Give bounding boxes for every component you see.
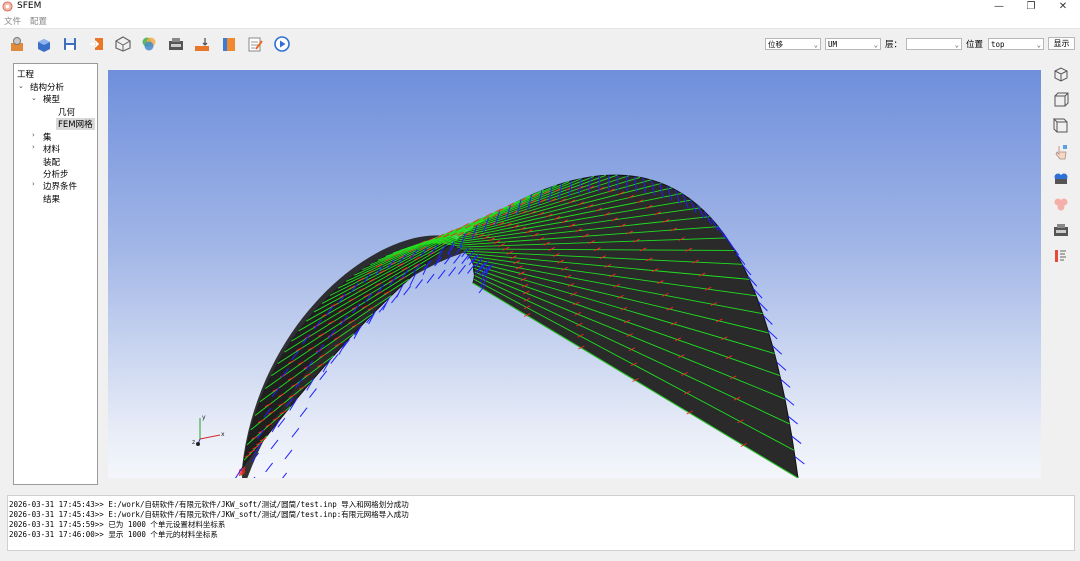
normal-vector — [265, 462, 274, 473]
axis-origin — [196, 442, 200, 446]
tree-item-analysis[interactable]: 结构分析 — [30, 81, 64, 93]
new-project-icon[interactable] — [8, 35, 26, 53]
mesh-icon[interactable] — [167, 35, 185, 53]
mesh-render: y x z — [192, 174, 805, 478]
axis-x-line — [199, 434, 221, 440]
import-icon[interactable] — [88, 35, 106, 53]
app-logo-icon — [2, 1, 13, 12]
component-select[interactable]: UM ⌄ — [825, 38, 881, 50]
run-icon[interactable] — [273, 35, 291, 53]
normal-vector — [270, 439, 279, 450]
axis-y-label: y — [202, 414, 206, 421]
normal-vector — [458, 264, 466, 275]
render-settings-icon[interactable] — [1052, 195, 1070, 213]
normal-vector — [794, 456, 805, 465]
result-type-select[interactable]: 位移 ⌄ — [765, 38, 821, 50]
tree-item-result[interactable]: 结果 — [43, 193, 60, 205]
shell-mesh — [234, 174, 805, 478]
chevron-down-icon: ⌄ — [1036, 41, 1041, 49]
boundary-icon[interactable] — [193, 35, 211, 53]
tree-item-fem-mesh[interactable]: FEM网格 — [56, 118, 95, 130]
side-view-icon[interactable] — [1052, 117, 1070, 135]
tree-item-step[interactable]: 分析步 — [43, 168, 69, 180]
load-icon[interactable] — [220, 35, 238, 53]
front-view-icon[interactable] — [1052, 91, 1070, 109]
position-select[interactable]: top ⌄ — [988, 38, 1044, 50]
menu-config[interactable]: 配置 — [30, 15, 47, 27]
save-icon[interactable] — [61, 35, 79, 53]
minimize-button[interactable]: — — [984, 0, 1014, 14]
normal-vector — [415, 279, 423, 289]
chevron-right-icon[interactable]: › — [32, 180, 35, 188]
normal-vector — [253, 476, 256, 478]
tree-root[interactable]: 工程 — [17, 68, 34, 80]
camera-icon[interactable] — [1052, 169, 1070, 187]
3d-viewport[interactable]: y x z — [108, 70, 1041, 478]
show-button[interactable]: 显示 — [1048, 37, 1075, 50]
position-value: top — [991, 40, 1005, 49]
tree-item-material[interactable]: 材料 — [43, 143, 60, 155]
chevron-down-icon[interactable]: ⌄ — [31, 94, 37, 102]
normal-vector — [403, 285, 412, 296]
tree-item-assembly[interactable]: 装配 — [43, 156, 60, 168]
normal-vector — [448, 266, 457, 277]
axis-triad: y x z — [192, 414, 225, 446]
chevron-right-icon[interactable]: › — [32, 143, 35, 151]
normal-vector — [437, 269, 446, 280]
chevron-down-icon: ⌄ — [954, 41, 959, 49]
menu-bar: 文件 配置 — [0, 14, 1080, 29]
message-console: 2026-03-31 17:45:43>> E:/work/自研软件/有限元软件… — [7, 495, 1075, 551]
close-button[interactable]: ✕ — [1048, 0, 1078, 14]
edit-job-icon[interactable] — [246, 35, 264, 53]
layer-select[interactable]: ⌄ — [906, 38, 962, 50]
tree-item-set[interactable]: 集 — [43, 131, 52, 143]
log-line: 2026-03-31 17:46:00>> 显示 1000 个单元的材料坐标系 — [9, 530, 218, 539]
layer-label: 层： — [885, 40, 903, 50]
chevron-down-icon: ⌄ — [813, 41, 818, 49]
chevron-down-icon: ⌄ — [873, 41, 878, 49]
model-tree: 工程 ⌄ 结构分析 ⌄ 模型 几何 FEM网格 › 集 › 材料 装配 分析步 … — [13, 63, 98, 485]
iso-view-icon[interactable] — [1052, 65, 1070, 83]
window-title: SFEM — [17, 1, 42, 11]
chevron-down-icon[interactable]: ⌄ — [18, 82, 24, 90]
result-type-value: 位移 — [768, 40, 783, 49]
component-value: UM — [828, 40, 838, 49]
axis-z-label: z — [192, 439, 195, 446]
normal-vector — [319, 370, 328, 381]
axis-x-label: x — [221, 431, 225, 438]
normal-vector — [282, 472, 288, 478]
pick-icon[interactable] — [1052, 143, 1070, 161]
screenshot-icon[interactable] — [1052, 221, 1070, 239]
title-bar: SFEM — ❐ ✕ — [0, 0, 1080, 14]
material-icon[interactable] — [140, 35, 158, 53]
normal-vector — [299, 407, 308, 418]
normal-vector — [391, 293, 399, 304]
legend-icon[interactable] — [1052, 247, 1070, 265]
normal-vector — [309, 388, 317, 398]
restore-button[interactable]: ❐ — [1016, 0, 1046, 14]
tree-item-model[interactable]: 模型 — [43, 93, 60, 105]
open-model-icon[interactable] — [35, 35, 53, 53]
position-label: 位置 — [966, 40, 984, 50]
menu-file[interactable]: 文件 — [4, 15, 21, 27]
tree-item-boundary[interactable]: 边界条件 — [43, 180, 77, 192]
normal-vector — [426, 273, 435, 284]
tree-item-geometry[interactable]: 几何 — [58, 106, 75, 118]
normal-vector — [291, 427, 300, 438]
geometry-icon[interactable] — [114, 35, 132, 53]
chevron-right-icon[interactable]: › — [32, 131, 35, 139]
normal-vector — [284, 449, 293, 460]
